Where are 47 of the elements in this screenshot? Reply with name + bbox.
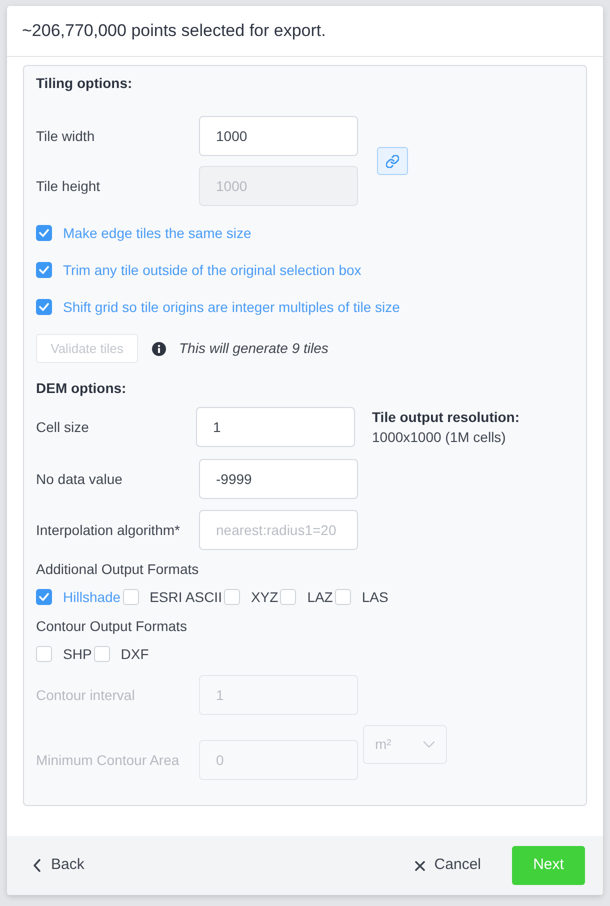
resolution-title: Tile output resolution: (372, 408, 520, 427)
chevron-left-icon (33, 859, 41, 872)
field-label: Contour interval (36, 686, 136, 705)
option-label[interactable]: LAZ (307, 587, 333, 607)
checkbox[interactable] (280, 589, 296, 605)
back-button[interactable]: Back (33, 854, 84, 877)
cell-size-input[interactable]: 1 (196, 407, 355, 447)
option-label[interactable]: DXF (120, 644, 149, 664)
checkbox[interactable] (334, 589, 351, 605)
section-heading: Tiling options: (36, 74, 134, 93)
checkbox[interactable] (36, 299, 52, 315)
text-input[interactable]: 1000 (199, 116, 358, 156)
group-label: Contour Output Formats (36, 617, 188, 636)
checkbox[interactable] (36, 646, 52, 662)
info-icon (152, 342, 166, 356)
field-label: Minimum Contour Area (36, 751, 180, 770)
checkbox[interactable] (122, 589, 139, 605)
check-icon (39, 303, 49, 311)
cancel-button[interactable]: Cancel (415, 854, 481, 877)
option-label[interactable]: XYZ (250, 587, 278, 607)
option-label[interactable]: SHP (63, 644, 92, 664)
checkbox[interactable] (224, 589, 240, 605)
field-label: Interpolation algorithm* (36, 521, 181, 540)
no-data-input[interactable]: -9999 (199, 459, 358, 499)
resolution-value: 1000x1000 (1M cells) (372, 428, 507, 447)
chevron-down-icon (423, 741, 435, 748)
info-text: This will generate 9 tiles (179, 339, 328, 358)
check-icon (39, 266, 49, 274)
section-heading: DEM options: (36, 379, 128, 398)
link-button[interactable] (377, 147, 408, 175)
checkbox[interactable] (36, 589, 52, 605)
interpolation-input[interactable]: nearest:radius1=20 (199, 510, 358, 550)
option-label[interactable]: ESRI ASCII (150, 587, 222, 607)
checkbox[interactable] (36, 225, 52, 241)
field-label: Tile height (36, 177, 102, 196)
checkbox[interactable] (94, 646, 110, 662)
field-label: Cell size (36, 418, 90, 437)
dialog-title: ~206,770,000 points selected for export. (22, 20, 326, 42)
link-icon (386, 154, 399, 168)
close-icon (415, 860, 426, 870)
group-label: Additional Output Formats (36, 560, 200, 579)
field-label: No data value (36, 470, 124, 489)
check-icon (39, 229, 49, 237)
check-icon (39, 593, 49, 601)
field-label: Tile width (36, 127, 96, 146)
checkbox[interactable] (36, 262, 52, 278)
option-label[interactable]: LAS (362, 587, 388, 607)
